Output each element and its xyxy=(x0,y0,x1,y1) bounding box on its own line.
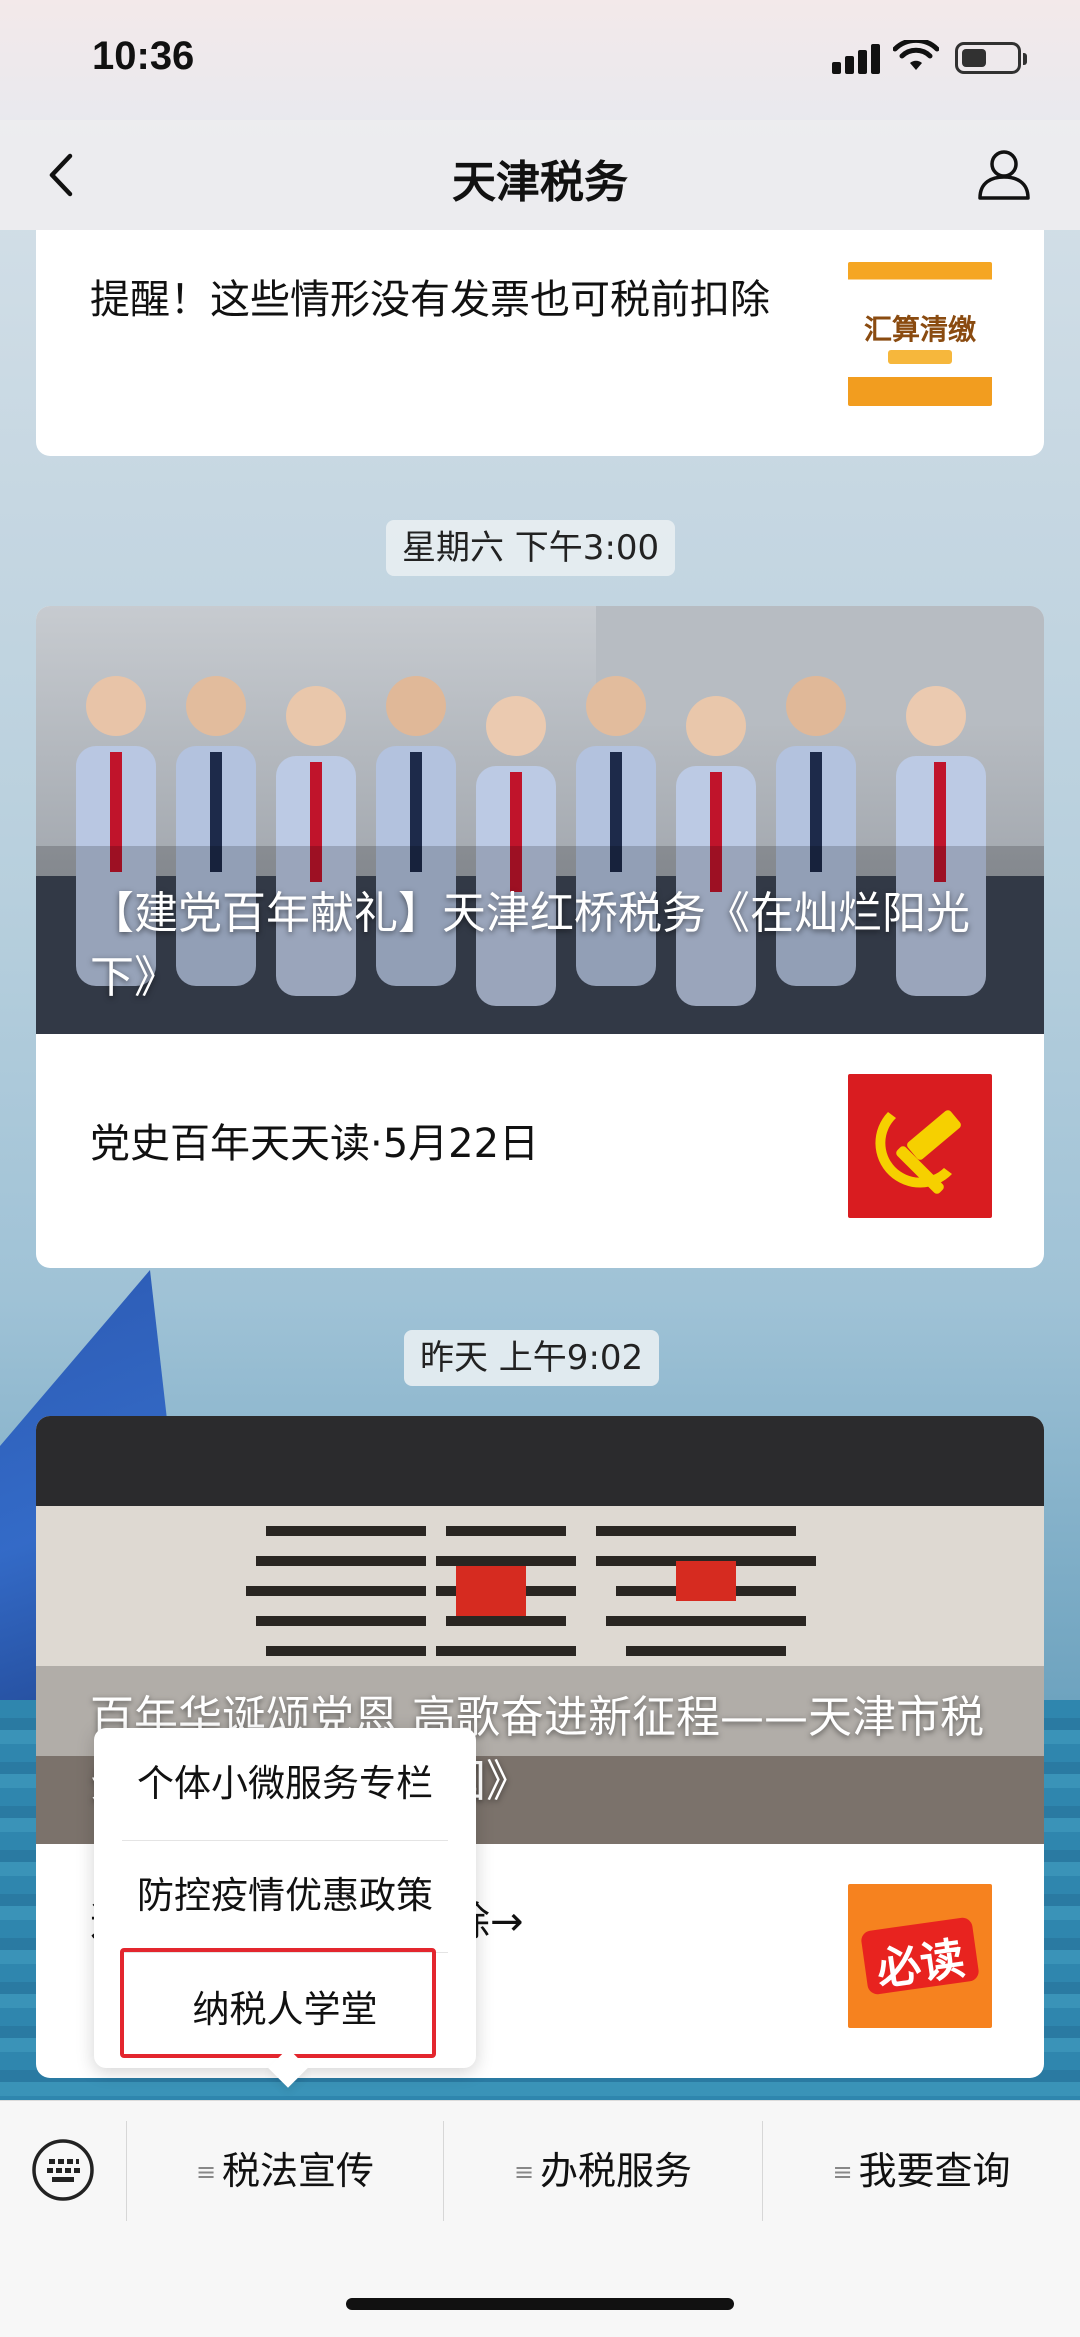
submenu-item-small-business[interactable]: 个体小微服务专栏 xyxy=(94,1728,476,1840)
menu-item-tax-service[interactable]: ≡ 办税服务 xyxy=(444,2101,762,2241)
status-bar: 10:36 xyxy=(0,0,1080,120)
party-emblem-icon xyxy=(875,1110,961,1194)
submenu-item-epidemic-policy[interactable]: 防控疫情优惠政策 xyxy=(94,1840,476,1952)
article-card[interactable]: 提醒！这些情形没有发票也可税前扣除 汇算清缴 xyxy=(36,230,1044,456)
party-emblem-thumbnail xyxy=(848,1074,992,1218)
feature-article-card[interactable]: 【建党百年献礼】天津红桥税务《在灿烂阳光下》 党史百年天天读·5月22日 xyxy=(36,606,1044,1268)
profile-icon[interactable] xyxy=(974,144,1034,204)
menu-item-tax-law[interactable]: ≡ 税法宣传 xyxy=(127,2101,443,2241)
menu-item-label: 办税服务 xyxy=(540,2149,693,2193)
keyboard-icon[interactable] xyxy=(30,2137,96,2203)
wifi-icon xyxy=(893,40,939,70)
nav-bar: 天津税务 xyxy=(0,120,1080,230)
message-timestamp: 星期六 下午3:00 xyxy=(386,520,676,576)
menu-lines-icon: ≡ xyxy=(195,2158,217,2186)
home-indicator[interactable] xyxy=(346,2298,734,2310)
article-title: 提醒！这些情形没有发票也可税前扣除 xyxy=(90,277,770,323)
highlight-box xyxy=(120,1948,436,2058)
thumbnail-text: 汇算清缴 xyxy=(863,313,976,346)
submenu-popup: 个体小微服务专栏 防控疫情优惠政策 纳税人学堂 xyxy=(94,1728,476,2068)
article-thumbnail: 汇算清缴 xyxy=(848,262,992,406)
cover-title: 【建党百年献礼】天津红桥税务《在灿烂阳光下》 xyxy=(90,888,970,1003)
battery-icon xyxy=(955,42,1027,74)
page-title: 天津税务 xyxy=(452,157,628,208)
menu-lines-icon: ≡ xyxy=(832,2158,853,2186)
menu-item-query[interactable]: ≡ 我要查询 xyxy=(763,2101,1080,2241)
must-read-thumbnail: 必读 xyxy=(848,1884,992,2028)
status-time: 10:36 xyxy=(92,34,195,78)
message-timestamp: 昨天 上午9:02 xyxy=(404,1330,660,1386)
article-title: 党史百年天天读·5月22日 xyxy=(90,1121,540,1167)
menu-item-label: 我要查询 xyxy=(858,2149,1011,2193)
menu-item-label: 税法宣传 xyxy=(222,2149,375,2193)
cellular-signal-icon xyxy=(832,44,882,74)
cover-image[interactable]: 【建党百年献礼】天津红桥税务《在灿烂阳光下》 xyxy=(36,606,1044,1034)
menu-lines-icon: ≡ xyxy=(513,2158,535,2186)
